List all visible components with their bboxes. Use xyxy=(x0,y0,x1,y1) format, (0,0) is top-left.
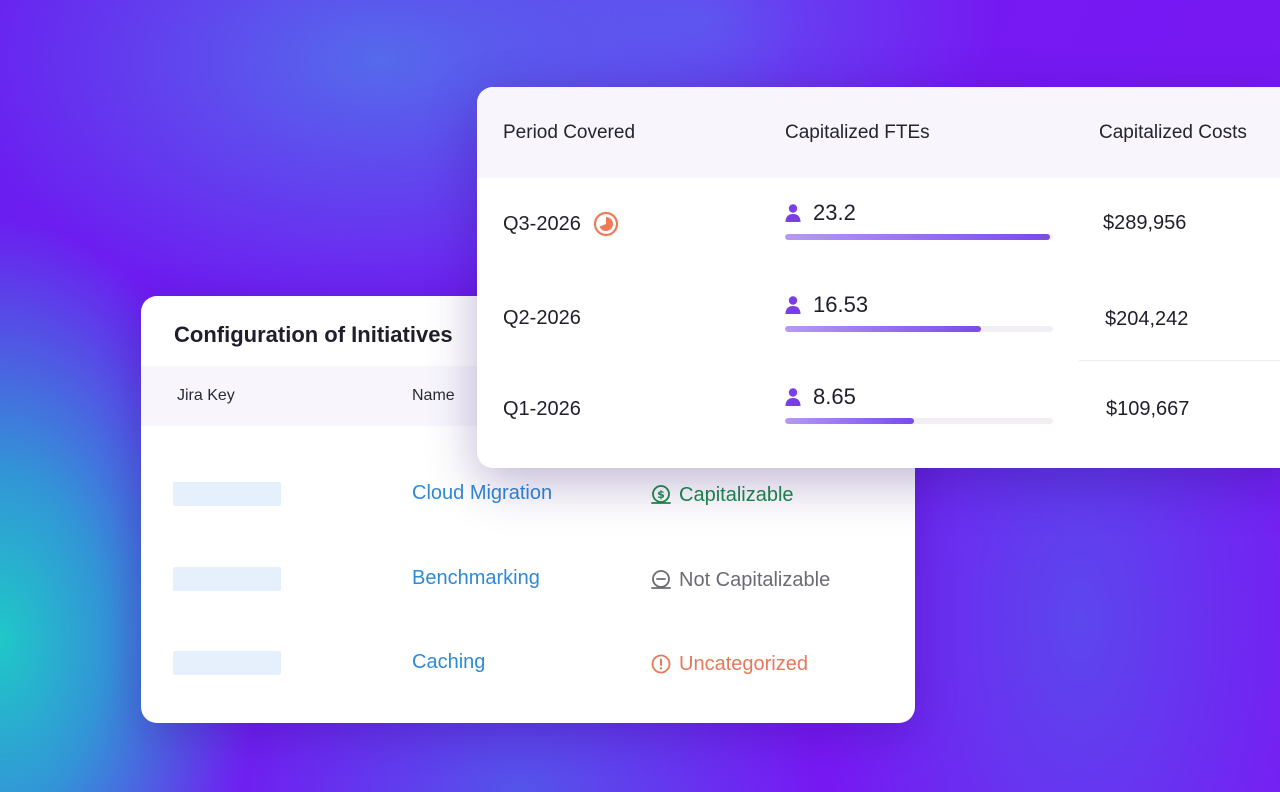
column-header-period: Period Covered xyxy=(503,122,636,143)
fte-progress-bar xyxy=(785,418,1053,424)
jira-key-placeholder xyxy=(173,651,281,675)
person-icon xyxy=(785,388,801,406)
alert-icon xyxy=(651,654,671,674)
period-cell: Q2-2026 xyxy=(503,307,581,330)
fte-cell: 23.2 xyxy=(785,200,1055,240)
jira-key-placeholder xyxy=(173,567,281,591)
period-label: Q3-2026 xyxy=(503,212,581,235)
initiative-name-link[interactable]: Cloud Migration xyxy=(412,482,552,505)
svg-text:$: $ xyxy=(657,488,665,501)
column-header-costs: Capitalized Costs xyxy=(1099,122,1247,143)
row-divider xyxy=(1079,360,1280,361)
status-badge: Not Capitalizable xyxy=(649,568,830,592)
fte-progress-bar xyxy=(785,326,1053,332)
period-label: Q2-2026 xyxy=(503,307,581,329)
initiative-name-link[interactable]: Caching xyxy=(412,651,485,674)
jira-key-placeholder xyxy=(173,482,281,506)
capitalization-period-card: Period Covered Capitalized FTEs Capitali… xyxy=(477,87,1280,468)
cost-value: $204,242 xyxy=(1105,308,1189,330)
person-icon xyxy=(785,296,801,314)
fte-value: 16.53 xyxy=(813,292,869,317)
person-icon xyxy=(785,204,801,222)
column-header-jira-key: Jira Key xyxy=(177,387,235,404)
fte-cell: 8.65 xyxy=(785,384,1055,424)
table-row: Benchmarking Not Capitalizable xyxy=(141,559,915,599)
table-row: Q3-2026 23.2 $289,956 xyxy=(477,178,1280,268)
status-badge: Uncategorized xyxy=(649,652,808,676)
table-row: Caching Uncategorized xyxy=(141,643,915,683)
fte-value: 23.2 xyxy=(813,200,856,225)
fte-progress-fill xyxy=(785,234,1051,240)
period-cell: Q1-2026 xyxy=(503,398,581,421)
in-progress-clock-icon xyxy=(593,211,618,237)
fte-progress-bar xyxy=(785,234,1053,240)
cost-value: $289,956 xyxy=(1103,212,1187,234)
fte-progress-fill xyxy=(785,418,914,424)
table-row: Q2-2026 16.53 $204,242 xyxy=(477,272,1280,362)
minus-circle-icon xyxy=(651,570,671,589)
status-label: Uncategorized xyxy=(679,652,808,675)
initiatives-title: Configuration of Initiatives xyxy=(174,322,453,347)
status-label: Not Capitalizable xyxy=(679,568,831,591)
status-label: Capitalizable xyxy=(679,483,794,506)
initiative-name-link[interactable]: Benchmarking xyxy=(412,567,540,590)
table-row: Q1-2026 8.65 $109,667 xyxy=(477,363,1280,453)
dollar-icon: $ xyxy=(651,485,671,504)
period-cell: Q3-2026 xyxy=(503,211,619,237)
period-label: Q1-2026 xyxy=(503,398,581,420)
cost-value: $109,667 xyxy=(1106,398,1190,420)
status-badge: $ Capitalizable xyxy=(649,483,794,507)
fte-value: 8.65 xyxy=(813,384,856,409)
fte-progress-fill xyxy=(785,326,981,332)
table-row: Cloud Migration $ Capitalizable xyxy=(141,474,915,514)
column-header-name: Name xyxy=(412,387,455,404)
period-table-header: Period Covered Capitalized FTEs Capitali… xyxy=(477,87,1280,178)
column-header-ftes: Capitalized FTEs xyxy=(785,122,930,143)
fte-cell: 16.53 xyxy=(785,292,1055,332)
